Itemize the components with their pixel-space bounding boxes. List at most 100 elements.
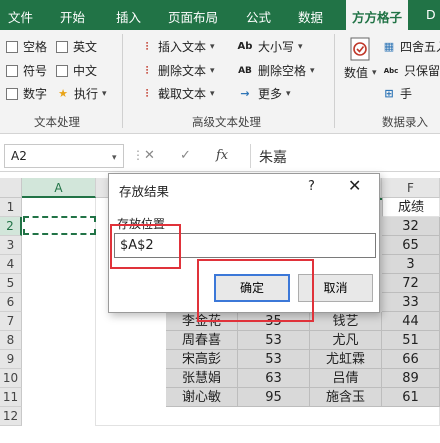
insert-text-icon: ⫶ (145, 39, 149, 53)
row-header[interactable]: 5 (0, 274, 22, 293)
cell-f8[interactable]: 51 (382, 331, 440, 350)
cell-f1[interactable]: 成绩 (382, 198, 440, 217)
tab-page-layout[interactable]: 页面布局 (168, 7, 218, 26)
checkbox-icon[interactable] (6, 64, 18, 77)
cell-f11[interactable]: 61 (382, 388, 440, 407)
checkbox-chinese[interactable]: 中文 (56, 62, 97, 79)
row-header[interactable]: 1 (0, 198, 22, 217)
execute-button[interactable]: ★ 执行 ▾ (56, 85, 107, 102)
checkbox-icon[interactable] (56, 40, 68, 53)
name-box[interactable]: A2 (4, 144, 124, 168)
row-header[interactable]: 10 (0, 369, 22, 388)
change-case-label: 大小写 (258, 40, 295, 54)
checkbox-label: 英文 (73, 40, 98, 54)
checkbox-icon[interactable] (6, 40, 18, 53)
cell-f10[interactable]: 89 (382, 369, 440, 388)
execute-icon: ★ (58, 86, 68, 100)
insert-text-button[interactable]: ⫶ 插入文本 ▾ (140, 38, 215, 55)
insert-function-icon[interactable]: fx (216, 148, 228, 163)
select-all-corner[interactable] (0, 178, 22, 198)
checkbox-number[interactable]: 数字 (6, 85, 47, 102)
table-cell[interactable]: 施含玉 (310, 388, 382, 407)
column-header-f[interactable]: F (382, 178, 440, 198)
checkbox-symbol[interactable]: 符号 (6, 62, 47, 79)
checkbox-icon[interactable] (6, 87, 18, 100)
chevron-down-icon[interactable]: ▾ (112, 153, 117, 163)
manual-icon: ⊞ (384, 86, 394, 100)
table-cell[interactable]: 张慧娟 (166, 369, 238, 388)
remove-spaces-label: 删除空格 (258, 64, 307, 78)
cell-f6[interactable]: 33 (382, 293, 440, 312)
cell-f4[interactable]: 3 (382, 255, 440, 274)
chevron-down-icon: ▾ (298, 41, 303, 52)
cell-f2[interactable]: 32 (382, 217, 440, 236)
row-header[interactable]: 2 (0, 217, 22, 236)
table-cell[interactable]: 35 (238, 312, 310, 331)
row-header[interactable]: 4 (0, 255, 22, 274)
help-icon[interactable]: ? (308, 179, 315, 194)
row-header[interactable]: 9 (0, 350, 22, 369)
storage-location-input[interactable]: $A$2 (114, 233, 376, 258)
tab-file[interactable]: 文件 (8, 7, 33, 26)
chevron-down-icon: ▾ (102, 88, 107, 99)
delete-text-button[interactable]: ⫶ 删除文本 ▾ (140, 62, 215, 79)
ok-button[interactable]: 确定 (214, 274, 290, 302)
table-cell[interactable]: 尤虹霖 (310, 350, 382, 369)
column-header-a[interactable]: A (22, 178, 96, 198)
table-cell[interactable]: 宋高彭 (166, 350, 238, 369)
extract-text-icon: ⫶ (145, 86, 149, 100)
manual-button[interactable]: ⊞ 手 (382, 85, 412, 102)
row-header[interactable]: 11 (0, 388, 22, 407)
formula-input[interactable]: 朱嘉 (250, 144, 440, 168)
checkbox-english[interactable]: 英文 (56, 38, 97, 55)
row-header[interactable]: 12 (0, 407, 22, 426)
tab-data[interactable]: 数据 (298, 7, 323, 26)
checkbox-space[interactable]: 空格 (6, 38, 47, 55)
tab-insert[interactable]: 插入 (116, 7, 141, 26)
table-cell[interactable]: 53 (238, 350, 310, 369)
cell-f3[interactable]: 65 (382, 236, 440, 255)
group-divider (334, 34, 335, 128)
row-header[interactable]: 7 (0, 312, 22, 331)
group-label-data-entry: 数据录入 (382, 115, 428, 129)
tab-overflow[interactable]: D (426, 7, 436, 22)
value-button[interactable]: 数值 ▾ (344, 36, 377, 81)
chevron-down-icon: ▾ (210, 88, 215, 99)
tab-fangfanggezi[interactable]: 方方格子 (346, 0, 409, 30)
row-12-cells[interactable] (96, 407, 440, 426)
store-result-dialog: 存放结果 ? ✕ 存放位置 $A$2 确定 取消 (108, 173, 380, 313)
cell-f9[interactable]: 66 (382, 350, 440, 369)
close-icon[interactable]: ✕ (348, 176, 361, 195)
table-cell[interactable]: 周春喜 (166, 331, 238, 350)
table-cell[interactable]: 钱艺 (310, 312, 382, 331)
table-cell[interactable]: 95 (238, 388, 310, 407)
cell-f7[interactable]: 44 (382, 312, 440, 331)
table-cell[interactable]: 63 (238, 369, 310, 388)
checkbox-icon[interactable] (56, 64, 68, 77)
cancel-button[interactable]: 取消 (298, 274, 373, 302)
tab-home[interactable]: 开始 (60, 7, 85, 26)
dialog-title: 存放结果 (119, 184, 170, 199)
more-button[interactable]: → 更多 ▾ (236, 85, 291, 102)
delete-text-label: 删除文本 (158, 64, 207, 78)
round-button[interactable]: ▦ 四舍五入 (382, 38, 440, 55)
cancel-edit-icon[interactable]: ✕ (144, 148, 155, 163)
table-cell[interactable]: 李金花 (166, 312, 238, 331)
confirm-edit-icon[interactable]: ✓ (180, 148, 191, 163)
row-header[interactable]: 8 (0, 331, 22, 350)
cell-f5[interactable]: 72 (382, 274, 440, 293)
table-cell[interactable]: 谢心敏 (166, 388, 238, 407)
table-cell[interactable]: 尤凡 (310, 331, 382, 350)
row-header[interactable]: 6 (0, 293, 22, 312)
remove-spaces-button[interactable]: AB 删除空格 ▾ (236, 62, 314, 79)
extract-text-button[interactable]: ⫶ 截取文本 ▾ (140, 85, 215, 102)
table-cell[interactable]: 吕倩 (310, 369, 382, 388)
chevron-down-icon: ▾ (210, 41, 215, 52)
row-header[interactable]: 3 (0, 236, 22, 255)
tab-formulas[interactable]: 公式 (246, 7, 271, 26)
chevron-down-icon: ▾ (286, 88, 291, 99)
keep-numbers-button[interactable]: Abc 只保留数 (382, 62, 440, 79)
keep-numbers-icon: Abc (383, 66, 399, 75)
change-case-button[interactable]: Ab 大小写 ▾ (236, 38, 303, 55)
table-cell[interactable]: 53 (238, 331, 310, 350)
